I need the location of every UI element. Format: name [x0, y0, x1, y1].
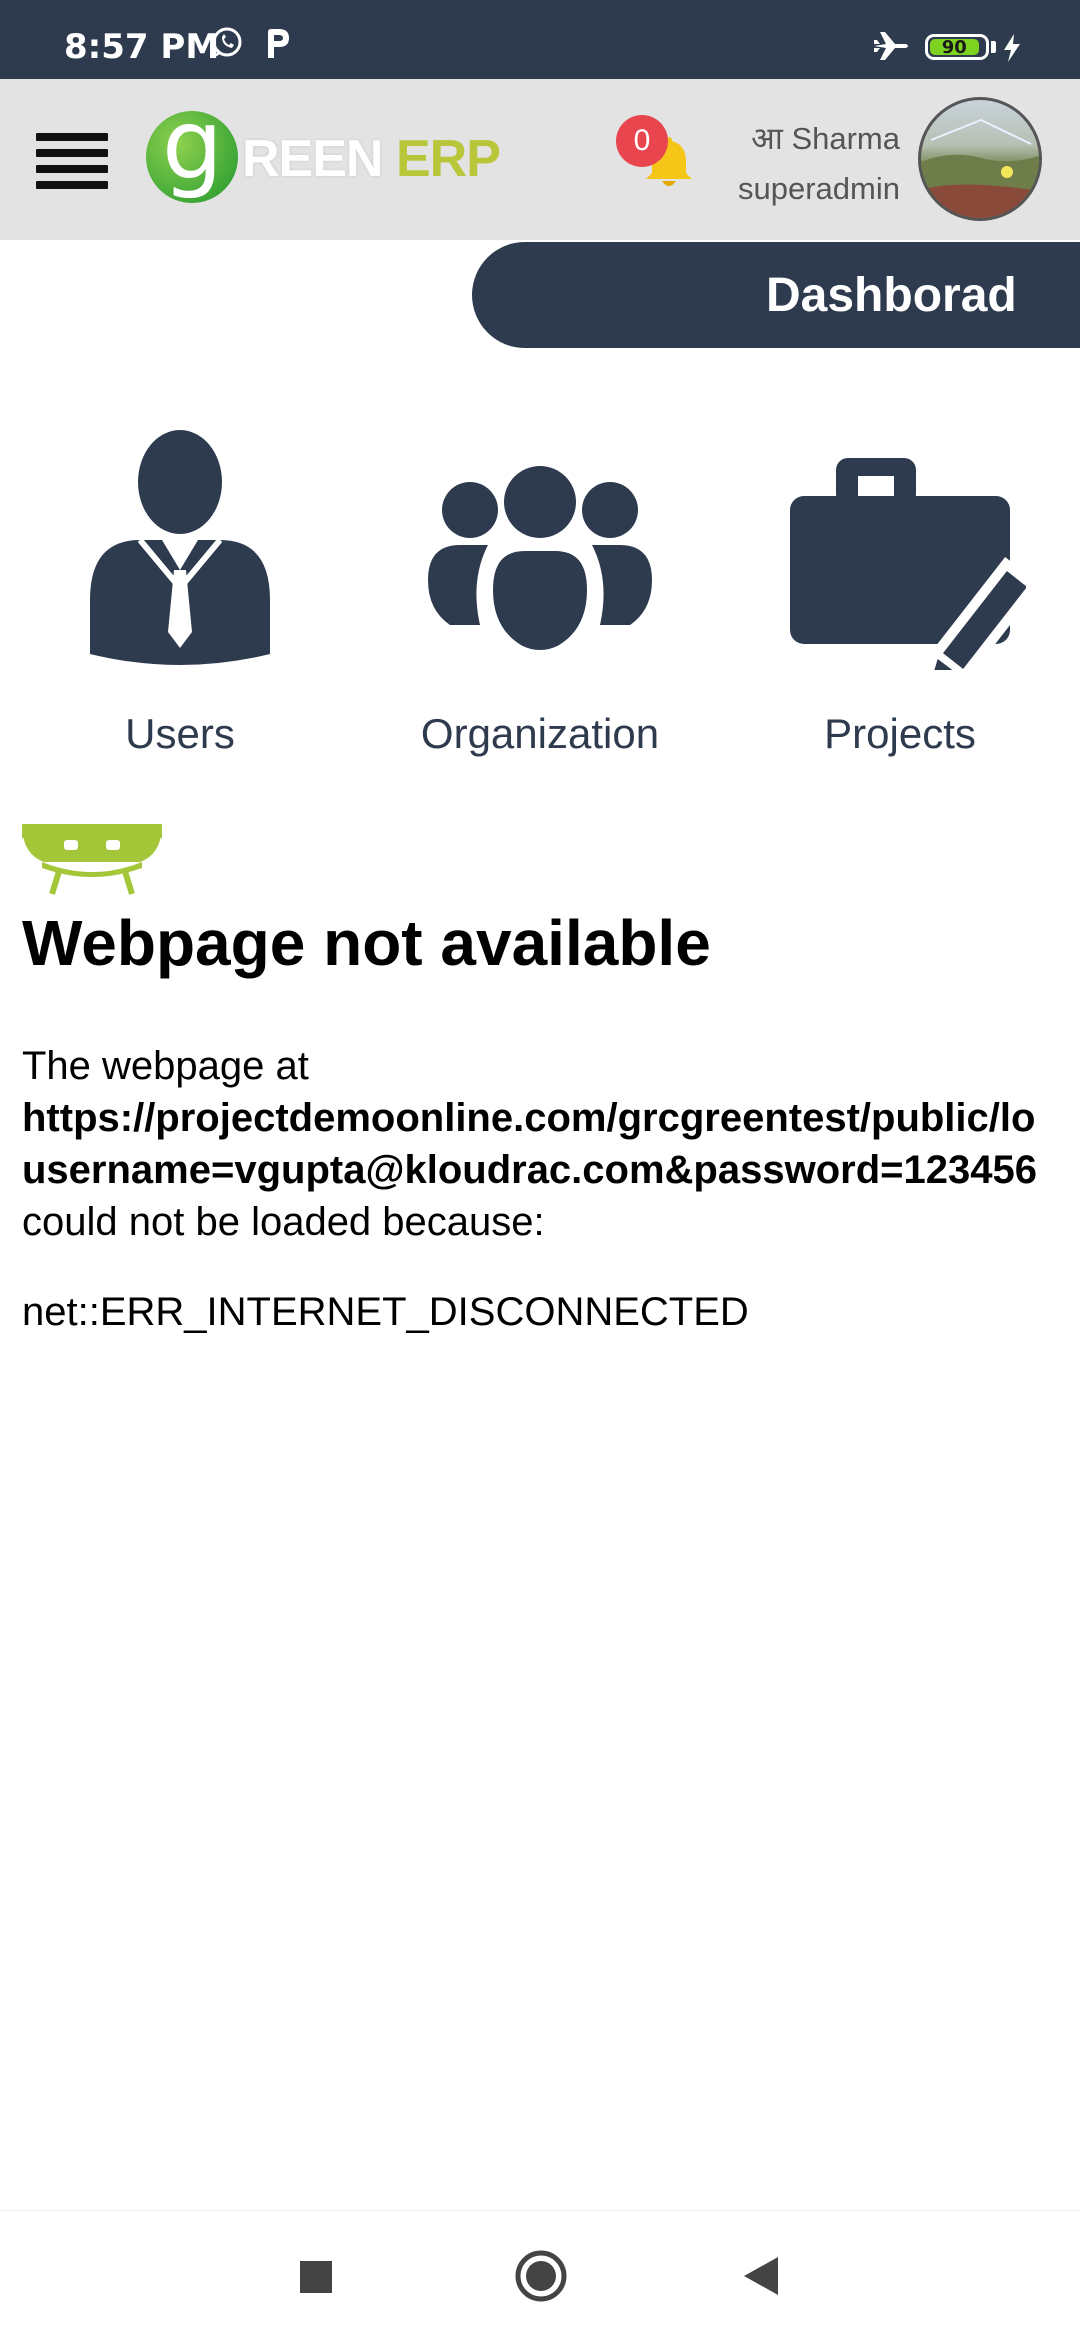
avatar-photo	[921, 118, 1039, 218]
user-role: superadmin	[738, 171, 900, 206]
error-body: The webpage at https://projectdemoonline…	[22, 1040, 1080, 1248]
error-reason: could not be loaded because:	[22, 1200, 545, 1244]
organization-icon	[428, 466, 652, 656]
projects-tile[interactable]: Projects	[750, 420, 1050, 780]
projects-icon	[790, 458, 1026, 670]
green-erp-logo[interactable]: g REEN ERP	[146, 97, 506, 211]
airplane-icon	[872, 30, 912, 67]
error-url-line-2: username=vgupta@kloudrac.com&password=12…	[22, 1148, 1037, 1192]
error-code: net::ERR_INTERNET_DISCONNECTED	[22, 1290, 749, 1334]
dashboard-button[interactable]: Dashborad	[472, 242, 1080, 348]
whatsapp-icon	[210, 26, 244, 65]
back-button[interactable]	[742, 2255, 780, 2297]
app-header: g REEN ERP 0 आ Sharma superadmin	[0, 79, 1080, 240]
status-bar: 8:57 PM 90	[0, 0, 1080, 79]
notification-button[interactable]: 0	[616, 115, 696, 195]
organization-tile[interactable]: Organization	[390, 420, 690, 780]
menu-icon[interactable]	[36, 129, 108, 191]
battery-level: 90	[930, 37, 979, 58]
user-name: आ Sharma	[751, 121, 900, 156]
home-button[interactable]	[514, 2249, 568, 2303]
users-label: Users	[125, 710, 235, 757]
battery-icon: 90	[925, 34, 989, 60]
android-icon	[22, 824, 162, 895]
p-app-icon	[262, 26, 292, 65]
logo-letter-g: g	[162, 89, 223, 201]
projects-label: Projects	[824, 710, 976, 757]
users-tile[interactable]: Users	[30, 420, 330, 780]
organization-label: Organization	[420, 710, 660, 757]
charging-icon	[1002, 34, 1022, 67]
logo-text-erp: ERP	[396, 130, 501, 188]
status-time: 8:57 PM	[64, 27, 220, 67]
error-title: Webpage not available	[22, 907, 711, 979]
avatar[interactable]	[918, 97, 1042, 221]
notification-count-badge: 0	[616, 115, 668, 167]
logo-text-reen: REEN	[242, 130, 383, 188]
dashboard-label: Dashborad	[766, 269, 1017, 322]
recents-button[interactable]	[298, 2259, 334, 2295]
battery-cap	[991, 41, 996, 53]
error-url-line-1: https://projectdemoonline.com/grcgreente…	[22, 1096, 1036, 1140]
error-intro: The webpage at	[22, 1044, 309, 1088]
system-navigation-bar	[0, 2210, 1080, 2341]
user-icon	[90, 430, 270, 665]
